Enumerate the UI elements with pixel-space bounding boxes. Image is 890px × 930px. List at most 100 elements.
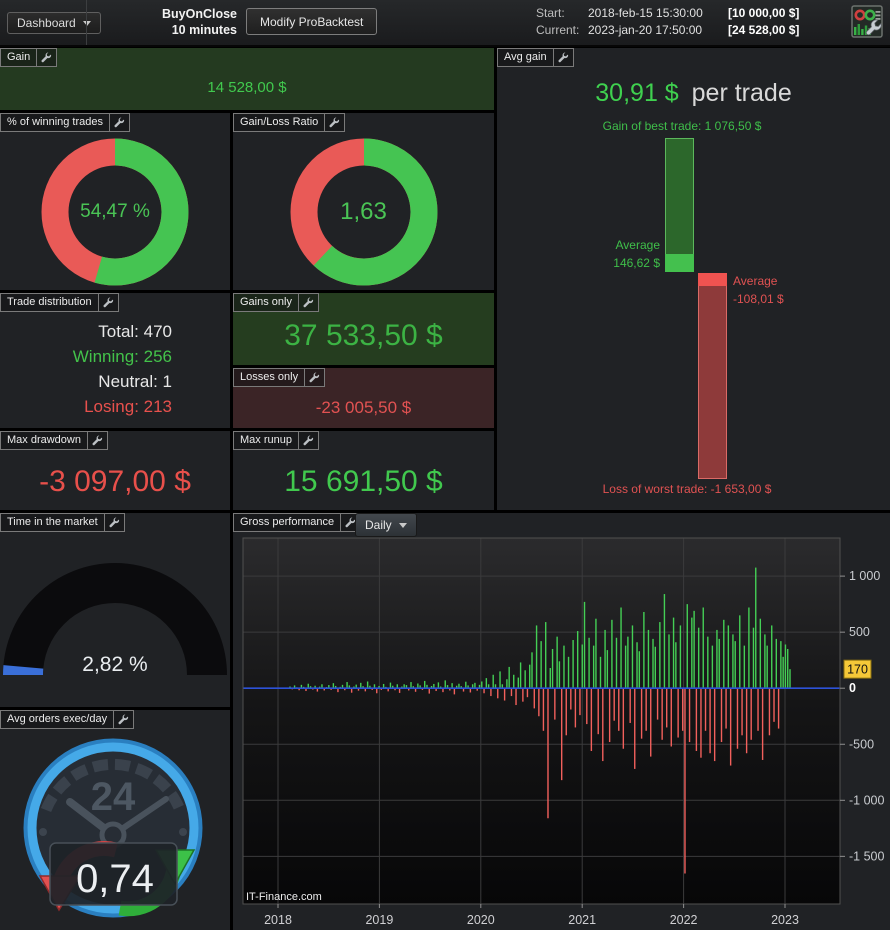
wrench-icon[interactable] xyxy=(552,49,573,66)
time-in-market-gauge xyxy=(3,563,227,676)
avg-loss-label: Average xyxy=(733,274,778,288)
avg-win-label: Average xyxy=(615,238,660,252)
trade-distribution-row: Losing: 213 xyxy=(84,397,172,416)
avg-win-value: 146,62 $ xyxy=(613,256,660,270)
winning-trades-value: 54,47 % xyxy=(80,201,150,223)
max-drawdown-value: -3 097,00 $ xyxy=(39,465,191,498)
avg-gain-best-bar xyxy=(665,138,694,272)
time-in-market-panel: Time in the market 2,82 % xyxy=(0,513,230,707)
max-runup-panel: Max runup 15 691,50 $ xyxy=(233,431,494,510)
wrench-icon[interactable] xyxy=(36,49,56,66)
svg-text:-1 000: -1 000 xyxy=(849,793,884,807)
svg-text:2023: 2023 xyxy=(771,913,799,927)
panel-title: Avg gain xyxy=(504,51,547,63)
panel-title: Losses only xyxy=(240,371,299,383)
panel-title: % of winning trades xyxy=(7,116,103,128)
avg-orders-panel: Avg orders exec/day 24 0,74 xyxy=(0,710,230,930)
wrench-icon[interactable] xyxy=(297,294,318,311)
avg-gain-headline: 30,91 $ per trade xyxy=(497,79,890,108)
period-label: Daily xyxy=(365,518,392,532)
current-capital: [24 528,00 $] xyxy=(728,23,800,37)
dashboard-label: Dashboard xyxy=(17,16,76,30)
svg-text:2021: 2021 xyxy=(568,913,596,927)
svg-text:2022: 2022 xyxy=(670,913,698,927)
gain-panel: Gain 14 528,00 $ xyxy=(0,48,494,110)
svg-text:2018: 2018 xyxy=(264,913,292,927)
winning-trades-donut: 54,47 % xyxy=(40,137,190,287)
svg-text:IT-Finance.com: IT-Finance.com xyxy=(246,891,322,903)
trade-distribution-row: Winning: 256 xyxy=(72,347,172,366)
losses-only-value: -23 005,50 $ xyxy=(315,398,412,417)
wrench-icon[interactable] xyxy=(324,114,344,131)
gain-loss-ratio-panel: Gain/Loss Ratio 1,63 xyxy=(233,113,494,290)
worst-trade-label: Loss of worst trade: -1 653,00 $ xyxy=(602,482,772,496)
wrench-icon[interactable] xyxy=(109,114,129,131)
header-divider xyxy=(86,0,87,45)
avg-orders-value: 0,74 xyxy=(76,857,154,901)
current-label: Current: xyxy=(536,23,580,37)
start-datetime: 2018-feb-15 15:30:00 xyxy=(588,6,703,20)
backtest-range: Start: 2018-feb-15 15:30:00 [10 000,00 $… xyxy=(536,5,799,39)
gain-value: 14 528,00 $ xyxy=(207,79,287,96)
trade-distribution-list: Total: 470 Winning: 256 Neutral: 1 Losing: … xyxy=(0,319,230,419)
gross-performance-chart[interactable]: 1 000 500 0 -500 -1 000 -1 500 170 2018 2019 2020… xyxy=(233,513,890,930)
panel-title: Gross performance xyxy=(240,516,335,528)
gain-loss-ratio-value: 1,63 xyxy=(340,198,387,226)
backtest-report-icon[interactable] xyxy=(851,5,884,39)
svg-text:170: 170 xyxy=(847,663,868,677)
wrench-icon[interactable] xyxy=(304,369,324,386)
avg-gain-panel: Avg gain 30,91 $ per trade Gain of best … xyxy=(497,48,890,510)
trade-distribution-panel: Trade distribution Total: 470 Winning: 25… xyxy=(0,293,230,428)
header: Dashboard BuyOnClose 10 minutes Modify P… xyxy=(0,0,890,47)
chevron-down-icon xyxy=(398,522,407,528)
start-label: Start: xyxy=(536,6,565,20)
gains-only-value: 37 533,50 $ xyxy=(284,319,443,352)
panel-title: Avg orders exec/day xyxy=(7,713,108,725)
panel-title: Gain/Loss Ratio xyxy=(240,116,319,128)
wrench-icon[interactable] xyxy=(103,514,124,531)
panel-title: Time in the market xyxy=(7,516,98,528)
winning-trades-panel: % of winning trades 54,47 % xyxy=(0,113,230,290)
gain-loss-ratio-donut: 1,63 xyxy=(289,137,439,287)
gross-performance-panel: Gross performance Daily 1 000 500 0 -500 -1 … xyxy=(233,513,890,930)
svg-text:2019: 2019 xyxy=(365,913,393,927)
max-runup-value: 15 691,50 $ xyxy=(284,465,443,498)
panel-title: Gains only xyxy=(240,296,292,308)
current-datetime: 2023-jan-20 17:50:00 xyxy=(588,23,703,37)
avg-gain-worst-bar xyxy=(698,273,727,479)
panel-title: Max runup xyxy=(240,434,292,446)
avg-gain-loss-segment xyxy=(698,273,727,287)
avg-gain-average-segment xyxy=(665,253,694,272)
gains-only-panel: Gains only 37 533,50 $ xyxy=(233,293,494,365)
instrument-timeframe: 10 minutes xyxy=(171,23,237,37)
avg-gain-suffix: per trade xyxy=(691,79,792,107)
svg-text:1 000: 1 000 xyxy=(849,569,880,583)
time-in-market-value: 2,82 % xyxy=(82,653,148,676)
max-drawdown-panel: Max drawdown -3 097,00 $ xyxy=(0,431,230,510)
trade-distribution-row: Total: 470 xyxy=(98,322,172,341)
panel-title: Max drawdown xyxy=(7,434,81,446)
svg-text:2020: 2020 xyxy=(467,913,495,927)
wrench-icon[interactable] xyxy=(97,294,118,311)
instrument-name: BuyOnClose xyxy=(161,7,237,21)
backtest-dashboard: Dashboard BuyOnClose 10 minutes Modify P… xyxy=(0,0,890,930)
svg-text:-500: -500 xyxy=(849,737,874,751)
wrench-icon[interactable] xyxy=(297,432,318,449)
start-capital: [10 000,00 $] xyxy=(728,6,800,20)
period-dropdown[interactable]: Daily xyxy=(355,513,417,537)
svg-text:-1 500: -1 500 xyxy=(849,849,884,863)
instrument-info: BuyOnClose 10 minutes xyxy=(95,6,237,38)
avg-loss-value: -108,01 $ xyxy=(733,292,784,306)
losses-only-panel: Losses only -23 005,50 $ xyxy=(233,368,494,428)
panel-title: Gain xyxy=(7,51,31,63)
wrench-icon[interactable] xyxy=(86,432,107,449)
gauge-dial-label: 24 xyxy=(91,775,136,819)
svg-text:500: 500 xyxy=(849,625,870,639)
best-trade-label: Gain of best trade: 1 076,50 $ xyxy=(602,119,762,133)
svg-text:0: 0 xyxy=(849,681,856,695)
panel-title: Trade distribution xyxy=(7,296,92,308)
modify-probacktest-button[interactable]: Modify ProBacktest xyxy=(246,8,378,35)
trade-distribution-row: Neutral: 1 xyxy=(98,372,172,391)
avg-gain-value: 30,91 $ xyxy=(595,79,679,107)
wrench-icon[interactable] xyxy=(113,711,133,728)
